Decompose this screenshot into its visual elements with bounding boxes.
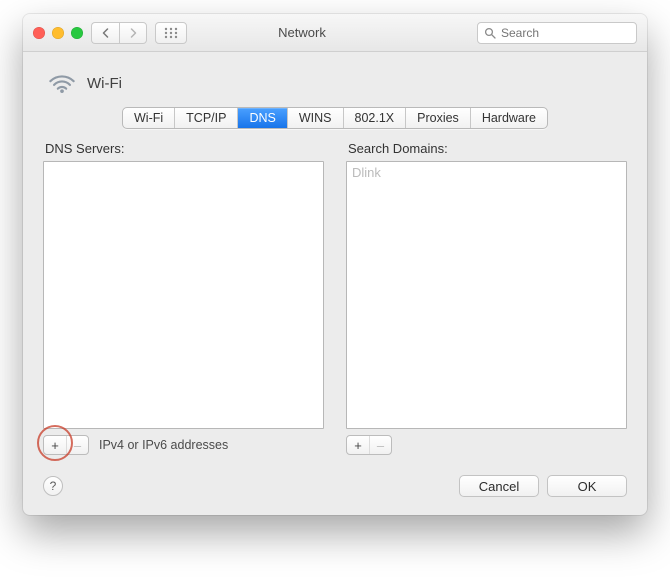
dns-servers-column: DNS Servers: + – IPv4 or IPv6 addresses (43, 141, 324, 455)
dns-servers-label: DNS Servers: (45, 141, 324, 156)
tab-proxies[interactable]: Proxies (406, 108, 471, 128)
ok-button[interactable]: OK (547, 475, 627, 497)
search-field[interactable] (477, 22, 637, 44)
tab-tcpip[interactable]: TCP/IP (175, 108, 238, 128)
search-domains-list[interactable]: Dlink (346, 161, 627, 429)
domains-add-remove: + – (346, 435, 392, 455)
tabbar: Wi-Fi TCP/IP DNS WINS 802.1X Proxies Har… (43, 107, 627, 129)
tab-wins[interactable]: WINS (288, 108, 344, 128)
content: Wi-Fi Wi-Fi TCP/IP DNS WINS 802.1X Proxi… (23, 52, 647, 515)
wifi-icon (47, 70, 77, 97)
dns-add-button[interactable]: + (44, 436, 66, 454)
footer: ? Cancel OK (43, 475, 627, 497)
zoom-icon[interactable] (71, 27, 83, 39)
domains-remove-button[interactable]: – (369, 436, 391, 454)
dns-servers-list[interactable] (43, 161, 324, 429)
domains-add-button[interactable]: + (347, 436, 369, 454)
tab-8021x[interactable]: 802.1X (344, 108, 407, 128)
tab-dns[interactable]: DNS (238, 108, 287, 128)
dns-hint: IPv4 or IPv6 addresses (99, 438, 228, 452)
back-button[interactable] (91, 22, 119, 44)
help-button[interactable]: ? (43, 476, 63, 496)
dns-add-remove: + – (43, 435, 89, 455)
close-icon[interactable] (33, 27, 45, 39)
search-icon (484, 27, 496, 39)
connection-header: Wi-Fi (47, 70, 627, 97)
search-input[interactable] (501, 26, 630, 40)
cancel-button[interactable]: Cancel (459, 475, 539, 497)
connection-name: Wi-Fi (87, 75, 122, 92)
window-controls (33, 27, 83, 39)
list-item[interactable]: Dlink (352, 165, 621, 180)
window-title: Network (135, 25, 469, 40)
tab-hardware[interactable]: Hardware (471, 108, 547, 128)
network-prefs-window: Network Wi-Fi (23, 14, 647, 515)
search-domains-column: Search Domains: Dlink + – (346, 141, 627, 455)
minimize-icon[interactable] (52, 27, 64, 39)
dns-remove-button[interactable]: – (66, 436, 88, 454)
tab-wifi[interactable]: Wi-Fi (123, 108, 175, 128)
search-domains-label: Search Domains: (348, 141, 627, 156)
titlebar: Network (23, 14, 647, 52)
